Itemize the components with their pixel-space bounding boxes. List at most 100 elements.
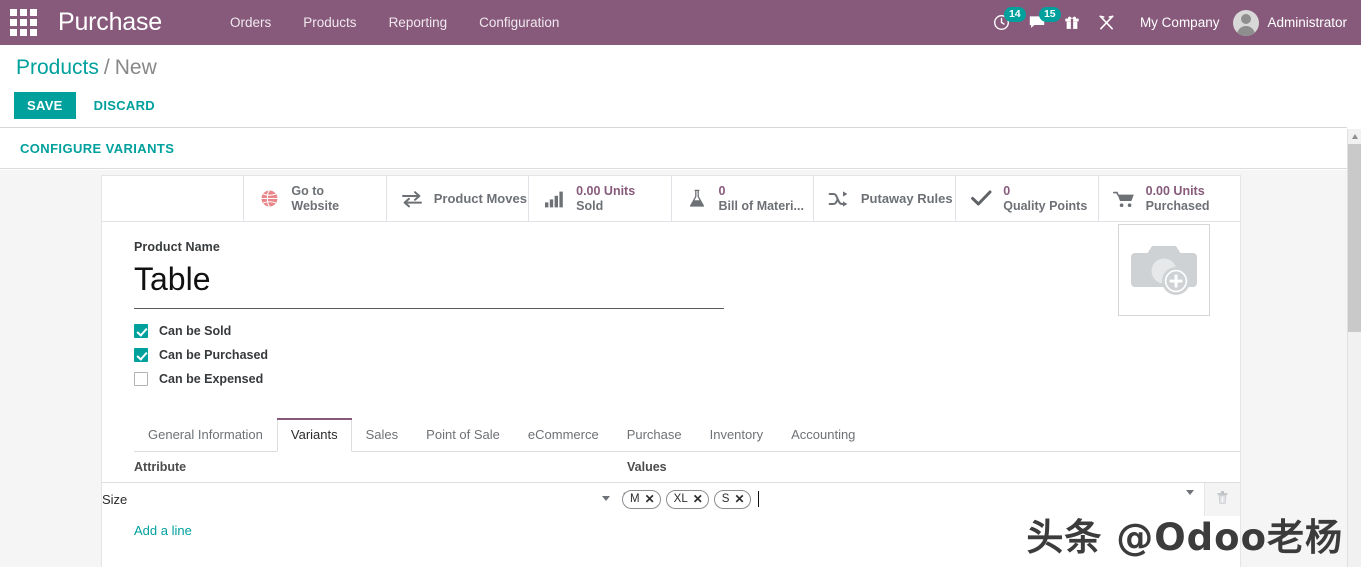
stat-value: 0.00 Units: [1145, 183, 1205, 198]
chevron-down-icon: [1185, 490, 1194, 510]
app-brand-title[interactable]: Purchase: [46, 0, 162, 45]
stat-text: Product Moves: [434, 191, 527, 206]
stat-button-product-moves[interactable]: Product Moves: [387, 176, 530, 221]
scrollbar-thumb[interactable]: [1348, 144, 1361, 332]
configure-variants-button[interactable]: CONFIGURE VARIANTS: [0, 141, 174, 156]
form-fields-area: Product Name Can be Sold Can be Purchase…: [102, 222, 1240, 567]
debug-tools-button[interactable]: [1089, 0, 1124, 45]
stat-button-units-purchased[interactable]: 0.00 Units Purchased: [1099, 176, 1240, 221]
apps-menu-button[interactable]: [0, 0, 46, 45]
tag-label: S: [721, 492, 730, 505]
shuffle-icon: [826, 190, 852, 208]
stat-label-line2: Website: [291, 198, 340, 213]
vertical-scrollbar[interactable]: [1347, 129, 1361, 567]
product-image-upload[interactable]: [1118, 224, 1210, 316]
tab-ecommerce[interactable]: eCommerce: [514, 418, 613, 452]
tag-list: M ✕ XL ✕ S ✕: [622, 487, 1204, 512]
messages-button[interactable]: 15: [1019, 0, 1061, 45]
discard-button[interactable]: DISCARD: [82, 92, 167, 119]
table-header-row: Attribute Values: [102, 452, 1240, 483]
value-tag-s[interactable]: S ✕: [713, 489, 751, 509]
company-switcher[interactable]: My Company: [1124, 15, 1232, 30]
navbar-right-group: 14 15 My Company Administrator: [984, 0, 1361, 45]
checkbox-row-can-be-purchased[interactable]: Can be Purchased: [134, 343, 1240, 367]
attribute-value: Size: [102, 491, 128, 507]
table-row[interactable]: Size M ✕ XL ✕ S ✕: [102, 482, 1240, 516]
tag-remove-icon[interactable]: ✕: [693, 491, 703, 508]
checkbox-row-can-be-expensed[interactable]: Can be Expensed: [134, 367, 1240, 391]
add-a-line-button[interactable]: Add a line: [102, 516, 1240, 547]
values-dropdown-toggle[interactable]: [1185, 490, 1194, 510]
gift-button[interactable]: [1055, 0, 1089, 45]
tab-sales[interactable]: Sales: [352, 418, 413, 452]
column-header-values: Values: [622, 452, 1204, 483]
chevron-down-icon[interactable]: [602, 496, 610, 501]
checkbox-row-can-be-sold[interactable]: Can be Sold: [134, 319, 1240, 343]
check-icon: [968, 190, 994, 207]
tag-remove-icon[interactable]: ✕: [734, 491, 744, 508]
wrench-icon: [1099, 15, 1114, 30]
menu-item-orders[interactable]: Orders: [214, 0, 287, 45]
stat-button-bill-of-materials[interactable]: 0 Bill of Materi...: [672, 176, 814, 221]
exchange-arrows-icon: [399, 190, 425, 208]
control-panel: Products / New SAVE DISCARD: [0, 45, 1347, 128]
trash-icon[interactable]: [1216, 490, 1229, 505]
can-be-sold-label: Can be Sold: [159, 324, 232, 338]
column-header-actions: [1204, 452, 1240, 483]
stat-button-units-sold[interactable]: 0.00 Units Sold: [529, 176, 672, 221]
text-cursor: [757, 491, 759, 508]
tag-remove-icon[interactable]: ✕: [645, 491, 655, 508]
stat-value: 0: [718, 183, 726, 198]
stat-label-line1: Go to: [291, 183, 325, 198]
column-header-attribute: Attribute: [102, 452, 622, 483]
can-be-sold-checkbox[interactable]: [134, 324, 148, 338]
tab-accounting[interactable]: Accounting: [777, 418, 869, 452]
values-cell[interactable]: M ✕ XL ✕ S ✕: [622, 483, 1204, 516]
scroll-up-button[interactable]: [1348, 129, 1361, 144]
value-tag-xl[interactable]: XL ✕: [665, 489, 709, 509]
stat-text: 0.00 Units Purchased: [1146, 184, 1210, 214]
can-be-expensed-label: Can be Expensed: [159, 372, 264, 386]
product-name-input[interactable]: [134, 258, 724, 309]
menu-item-configuration[interactable]: Configuration: [463, 0, 575, 45]
username-label: Administrator: [1267, 15, 1347, 30]
breadcrumb: Products / New: [0, 55, 1347, 83]
value-tag-m[interactable]: M ✕: [622, 489, 661, 509]
tab-purchase[interactable]: Purchase: [613, 418, 696, 452]
attribute-cell[interactable]: Size: [102, 483, 635, 516]
stat-value: 0: [1003, 183, 1011, 198]
can-be-purchased-checkbox[interactable]: [134, 348, 148, 362]
menu-item-reporting[interactable]: Reporting: [373, 0, 464, 45]
tab-variants[interactable]: Variants: [276, 418, 352, 452]
stat-text: Go to Website: [291, 184, 339, 214]
tab-general-information[interactable]: General Information: [134, 418, 277, 452]
apps-grid-icon: [9, 9, 37, 36]
row-delete-cell[interactable]: [1203, 482, 1240, 516]
main-menu: Orders Products Reporting Configuration: [214, 0, 575, 45]
stat-button-putaway-rules[interactable]: Putaway Rules: [814, 176, 957, 221]
stat-button-quality-points[interactable]: 0 Quality Points: [956, 176, 1099, 221]
activities-button[interactable]: 14: [984, 0, 1026, 45]
tag-label: M: [630, 492, 640, 505]
attribute-lines-table: Attribute Values Size M ✕ XL ✕ S ✕: [102, 452, 1240, 516]
stat-value: 0.00 Units: [576, 183, 636, 198]
menu-item-products[interactable]: Products: [287, 0, 372, 45]
breadcrumb-products[interactable]: Products: [16, 56, 99, 79]
stat-button-go-to-website[interactable]: Go to Website: [244, 176, 387, 221]
control-panel-buttons: SAVE DISCARD: [0, 83, 1347, 119]
tab-inventory[interactable]: Inventory: [696, 418, 777, 452]
stat-button-empty: [102, 176, 245, 221]
breadcrumb-current: New: [114, 56, 157, 79]
can-be-expensed-checkbox[interactable]: [134, 372, 148, 386]
chevron-up-icon: [1352, 134, 1358, 139]
avatar: [1233, 9, 1260, 36]
bar-chart-icon: [541, 190, 567, 208]
user-menu[interactable]: Administrator: [1231, 9, 1347, 36]
top-navbar: Purchase Orders Products Reporting Confi…: [0, 0, 1361, 45]
cart-icon: [1111, 190, 1137, 208]
tab-point-of-sale[interactable]: Point of Sale: [412, 418, 514, 452]
stat-label: Quality Points: [1003, 198, 1088, 213]
camera-add-icon: [1131, 246, 1197, 295]
stat-label: Purchased: [1145, 198, 1210, 213]
save-button[interactable]: SAVE: [14, 92, 76, 119]
